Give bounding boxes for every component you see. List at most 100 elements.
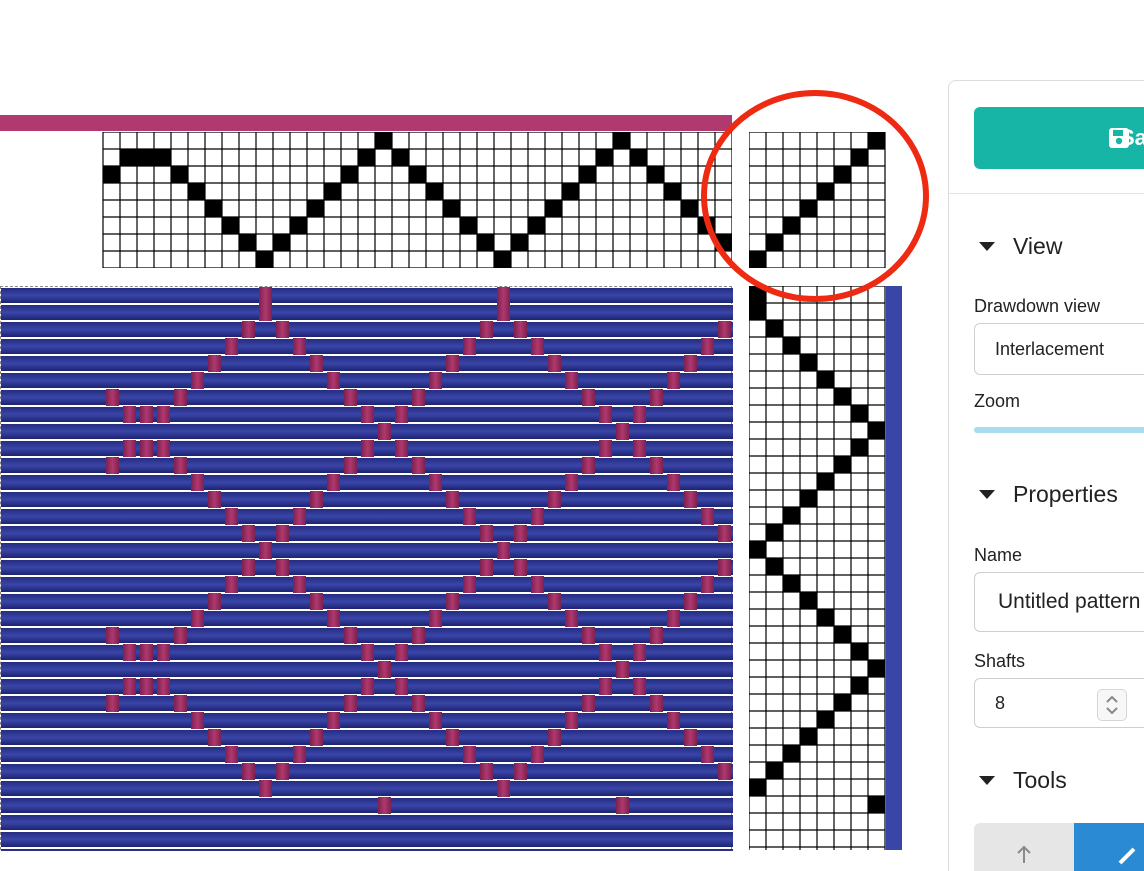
threading-cell[interactable] (256, 251, 273, 268)
warp-float (361, 406, 374, 423)
view-section-toggle[interactable]: View (979, 233, 1062, 260)
threading-cell[interactable] (630, 149, 647, 166)
treadling-cell[interactable] (834, 694, 851, 711)
treadling-cell[interactable] (800, 592, 817, 609)
tools-section-toggle[interactable]: Tools (979, 767, 1067, 794)
warp-float (616, 797, 629, 814)
treadling-cell[interactable] (817, 371, 834, 388)
warp-float (548, 355, 561, 372)
treadling-cell[interactable] (766, 558, 783, 575)
threading-cell[interactable] (324, 183, 341, 200)
warp-color-bar[interactable] (0, 115, 732, 131)
threading-cell[interactable] (494, 251, 511, 268)
save-button[interactable]: Save (974, 107, 1144, 169)
threading-cell[interactable] (290, 217, 307, 234)
weft-color-bar[interactable] (886, 286, 902, 850)
warp-float (497, 287, 510, 304)
treadling-cell[interactable] (766, 762, 783, 779)
threading-cell[interactable] (375, 132, 392, 149)
treadling-grid[interactable] (749, 286, 886, 850)
treadling-cell[interactable] (868, 660, 885, 677)
warp-float (684, 491, 697, 508)
treadling-cell[interactable] (783, 337, 800, 354)
treadling-cell[interactable] (834, 626, 851, 643)
warp-float (174, 695, 187, 712)
threading-cell[interactable] (171, 166, 188, 183)
threading-cell[interactable] (273, 234, 290, 251)
warp-float (446, 355, 459, 372)
threading-grid[interactable] (0, 132, 732, 268)
warp-float (225, 508, 238, 525)
threading-cell[interactable] (154, 149, 171, 166)
threading-cell[interactable] (664, 183, 681, 200)
threading-cell[interactable] (426, 183, 443, 200)
treadling-cell[interactable] (851, 439, 868, 456)
treadling-cell[interactable] (800, 728, 817, 745)
treadling-cell[interactable] (817, 609, 834, 626)
treadling-cell[interactable] (766, 320, 783, 337)
threading-cell[interactable] (341, 166, 358, 183)
name-input-value: Untitled pattern (998, 590, 1141, 613)
threading-cell[interactable] (205, 200, 222, 217)
treadling-cell[interactable] (783, 575, 800, 592)
weft-thread (1, 475, 733, 490)
warp-float (446, 593, 459, 610)
threading-cell[interactable] (511, 234, 528, 251)
treadling-cell[interactable] (817, 711, 834, 728)
drawdown-canvas[interactable] (0, 286, 733, 851)
treadling-cell[interactable] (749, 541, 766, 558)
properties-section-toggle[interactable]: Properties (979, 481, 1118, 508)
threading-cell[interactable] (222, 217, 239, 234)
treadling-cell[interactable] (868, 796, 885, 813)
threading-cell[interactable] (137, 149, 154, 166)
weft-thread (1, 305, 733, 320)
warp-float (446, 729, 459, 746)
shafts-stepper[interactable] (1097, 689, 1127, 721)
threading-cell[interactable] (477, 234, 494, 251)
treadling-cell[interactable] (868, 422, 885, 439)
threading-cell[interactable] (528, 217, 545, 234)
warp-float (701, 576, 714, 593)
draw-tool-button[interactable] (1074, 823, 1144, 871)
threading-cell[interactable] (613, 132, 630, 149)
warp-float (395, 644, 408, 661)
treadling-cell[interactable] (851, 405, 868, 422)
threading-cell[interactable] (579, 166, 596, 183)
name-input[interactable]: Untitled pattern (974, 572, 1144, 632)
threading-cell[interactable] (562, 183, 579, 200)
threading-cell[interactable] (120, 149, 137, 166)
treadling-cell[interactable] (783, 507, 800, 524)
threading-cell[interactable] (239, 234, 256, 251)
treadling-cell[interactable] (851, 677, 868, 694)
threading-cell[interactable] (443, 200, 460, 217)
treadling-cell[interactable] (817, 473, 834, 490)
zoom-slider[interactable] (974, 427, 1144, 433)
warp-float (548, 593, 561, 610)
threading-cell[interactable] (409, 166, 426, 183)
threading-cell[interactable] (358, 149, 375, 166)
threading-cell[interactable] (596, 149, 613, 166)
treadling-cell[interactable] (834, 456, 851, 473)
treadling-cell[interactable] (834, 388, 851, 405)
threading-cell[interactable] (392, 149, 409, 166)
treadling-cell[interactable] (800, 354, 817, 371)
threading-cell[interactable] (460, 217, 477, 234)
drawdown-view-select[interactable]: Interlacement (974, 323, 1144, 375)
threading-cell[interactable] (647, 166, 664, 183)
warp-float (582, 389, 595, 406)
warp-float (633, 678, 646, 695)
warp-float (429, 372, 442, 389)
threading-cell[interactable] (307, 200, 324, 217)
shafts-input[interactable]: 8 (974, 678, 1144, 728)
treadling-cell[interactable] (749, 779, 766, 796)
move-tool-button[interactable] (974, 823, 1074, 871)
treadling-cell[interactable] (766, 524, 783, 541)
threading-cell[interactable] (103, 166, 120, 183)
warp-float (480, 321, 493, 338)
treadling-cell[interactable] (783, 745, 800, 762)
weft-thread (1, 322, 733, 337)
treadling-cell[interactable] (800, 490, 817, 507)
treadling-cell[interactable] (851, 643, 868, 660)
threading-cell[interactable] (188, 183, 205, 200)
threading-cell[interactable] (545, 200, 562, 217)
